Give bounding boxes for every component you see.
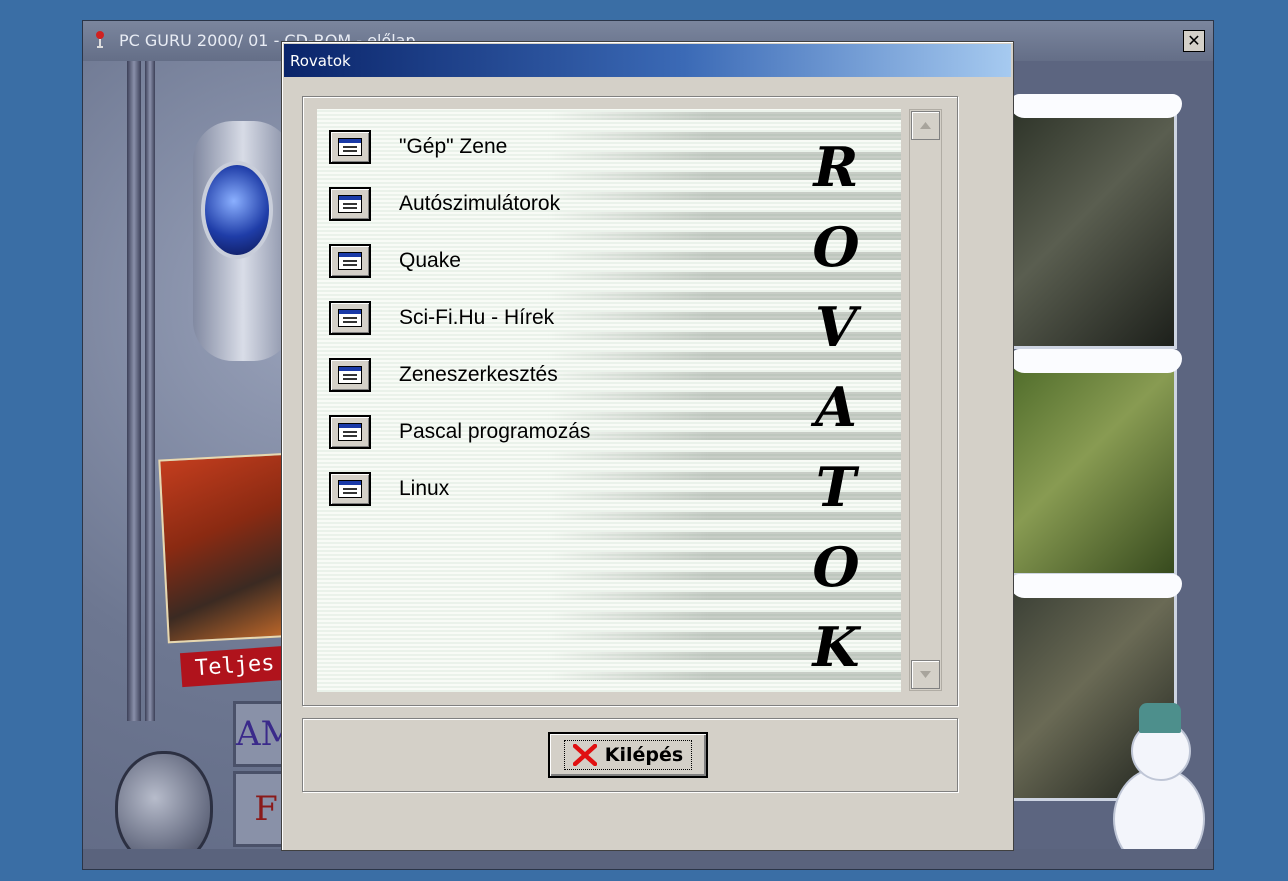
cable-decoration <box>145 61 155 721</box>
close-icon: ✕ <box>1187 31 1201 50</box>
game-box-art[interactable] <box>158 452 300 644</box>
list-item[interactable]: Pascal programozás <box>329 412 590 452</box>
document-window-icon[interactable] <box>329 130 371 164</box>
category-list: "Gép" Zene Autószimulátorok Quake Sci-Fi… <box>317 109 901 692</box>
robot-eye <box>201 161 273 259</box>
exit-button-label: Kilépés <box>604 744 684 766</box>
arrow-up-icon <box>920 122 931 129</box>
arrow-down-icon <box>920 671 931 678</box>
document-window-icon[interactable] <box>329 472 371 506</box>
title-letter: O <box>812 215 860 279</box>
document-window-icon[interactable] <box>329 301 371 335</box>
exit-button-focus-rect: Kilépés <box>563 740 693 770</box>
snow-cap <box>1010 94 1182 118</box>
snow-cap <box>1010 574 1182 598</box>
scroll-down-button[interactable] <box>911 660 940 689</box>
rovatok-dialog: Rovatok "Gép" Zene Autószimulátorok Quak… <box>281 41 1014 851</box>
list-item-label[interactable]: Zeneszerkesztés <box>399 363 558 387</box>
list-item-label[interactable]: "Gép" Zene <box>399 135 507 159</box>
screenshot-thumbnail[interactable] <box>1010 94 1182 349</box>
close-button[interactable]: ✕ <box>1183 30 1205 52</box>
document-window-icon[interactable] <box>329 358 371 392</box>
app-icon <box>95 31 105 49</box>
rovatok-vertical-title: R O V A T O K <box>811 135 861 692</box>
list-item-label[interactable]: Autószimulátorok <box>399 192 560 216</box>
list-item[interactable]: Zeneszerkesztés <box>329 355 558 395</box>
list-item-label[interactable]: Pascal programozás <box>399 420 590 444</box>
title-letter: T <box>815 455 857 519</box>
title-letter: K <box>812 615 860 679</box>
list-item[interactable]: Quake <box>329 241 461 281</box>
snow-cap <box>1010 349 1182 373</box>
red-x-icon <box>572 744 597 766</box>
scroll-up-button[interactable] <box>911 111 940 140</box>
list-item[interactable]: Sci-Fi.Hu - Hírek <box>329 298 554 338</box>
rivet-bar <box>83 849 1213 869</box>
list-item-label[interactable]: Linux <box>399 477 449 501</box>
list-item-label[interactable]: Quake <box>399 249 461 273</box>
document-window-icon[interactable] <box>329 415 371 449</box>
list-item[interactable]: Autószimulátorok <box>329 184 560 224</box>
title-letter: V <box>815 295 857 359</box>
title-letter: R <box>813 135 859 199</box>
list-item[interactable]: "Gép" Zene <box>329 127 507 167</box>
title-letter: O <box>812 535 860 599</box>
screenshot-thumbnail[interactable] <box>1010 349 1182 576</box>
document-window-icon[interactable] <box>329 187 371 221</box>
title-letter: A <box>815 375 857 439</box>
exit-button[interactable]: Kilépés <box>548 732 708 778</box>
dialog-title: Rovatok <box>290 52 351 70</box>
cable-decoration <box>127 61 141 721</box>
list-item[interactable]: Linux <box>329 469 449 509</box>
list-item-label[interactable]: Sci-Fi.Hu - Hírek <box>399 306 554 330</box>
document-window-icon[interactable] <box>329 244 371 278</box>
snowman-illustration <box>1103 701 1205 869</box>
list-scrollbar[interactable] <box>909 109 942 691</box>
dialog-titlebar[interactable]: Rovatok <box>284 44 1011 77</box>
